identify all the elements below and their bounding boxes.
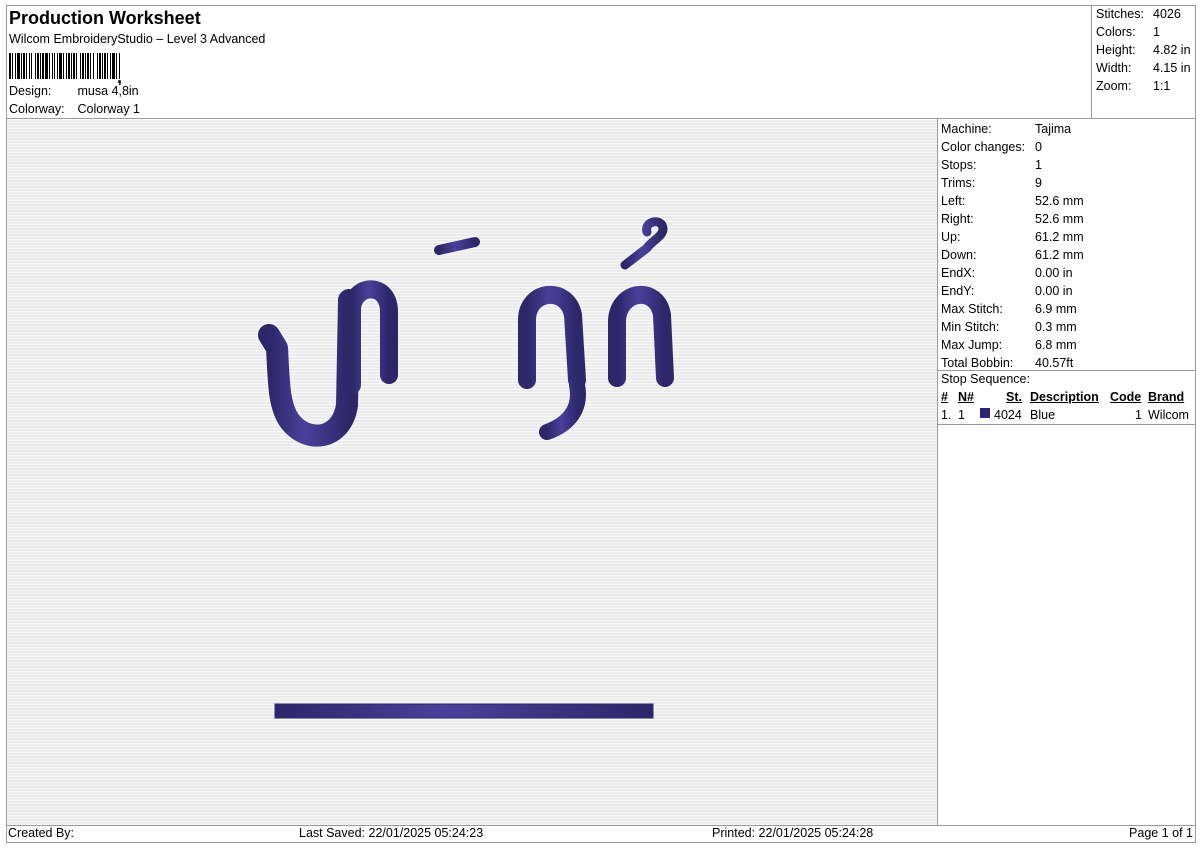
info-row: Left: 52.6 mm xyxy=(941,194,1084,208)
header-divider xyxy=(6,118,1196,119)
stop-row-needle: 1 xyxy=(958,408,965,422)
info-value: 0.00 in xyxy=(1035,284,1073,298)
embroidered-underline xyxy=(274,703,654,719)
colorway-row: Colorway: Colorway 1 xyxy=(9,102,140,116)
info-value: 61.2 mm xyxy=(1035,248,1084,262)
created-by: Created By: xyxy=(8,826,75,840)
info-value: 61.2 mm xyxy=(1035,230,1084,244)
info-value: 1 xyxy=(1035,158,1042,172)
col-needle: N# xyxy=(958,390,974,404)
info-label: Left: xyxy=(941,194,966,208)
last-saved: Last Saved: 22/01/2025 05:24:23 xyxy=(299,826,484,840)
info-label: Up: xyxy=(941,230,961,244)
info-value: 6.8 mm xyxy=(1035,338,1077,352)
stop-sequence-label: Stop Sequence: xyxy=(941,372,1030,386)
height-value: 4.82 in xyxy=(1153,43,1191,57)
info-label: Color changes: xyxy=(941,140,1026,154)
info-row: Trims: 9 xyxy=(941,176,1042,190)
info-row: Total Bobbin: 40.57ft xyxy=(941,356,1073,370)
info-label: Machine: xyxy=(941,122,992,136)
info-row: Machine: Tajima xyxy=(941,122,1071,136)
width-value: 4.15 in xyxy=(1153,61,1191,75)
info-label: EndX: xyxy=(941,266,976,280)
printed-date: Printed: 22/01/2025 05:24:28 xyxy=(712,826,874,840)
info-row: Right: 52.6 mm xyxy=(941,212,1084,226)
col-brand: Brand xyxy=(1148,390,1185,404)
height-label: Height: xyxy=(1096,43,1136,57)
stop-row-brand: Wilcom xyxy=(1148,408,1189,422)
stop-row-num: 1. xyxy=(941,408,952,422)
stop-row-description: Blue xyxy=(1030,408,1056,422)
colors-label: Colors: xyxy=(1096,25,1136,39)
info-value: 9 xyxy=(1035,176,1042,190)
colorway-value: Colorway 1 xyxy=(77,102,141,116)
thread-color-swatch xyxy=(980,408,990,418)
embroidered-arabic-text xyxy=(258,217,697,447)
software-subtitle: Wilcom EmbroideryStudio – Level 3 Advanc… xyxy=(9,32,266,46)
info-row: EndX: 0.00 in xyxy=(941,266,1073,280)
info-value: 0.3 mm xyxy=(1035,320,1077,334)
info-label: Stops: xyxy=(941,158,977,172)
info-row: Min Stitch: 0.3 mm xyxy=(941,320,1077,334)
colorway-label: Colorway: xyxy=(9,102,65,116)
col-num: # xyxy=(941,390,948,404)
info-value: 0.00 in xyxy=(1035,266,1073,280)
info-value: 40.57ft xyxy=(1035,356,1074,370)
info-row: Max Jump: 6.8 mm xyxy=(941,338,1077,352)
barcode: , xyxy=(9,53,122,85)
design-preview xyxy=(7,120,937,825)
design-label: Design: xyxy=(9,84,52,98)
info-label: Down: xyxy=(941,248,977,262)
stop-row-stitches: 4024 xyxy=(994,408,1022,422)
width-label: Width: xyxy=(1096,61,1132,75)
design-value: musa 4,8in xyxy=(77,84,139,98)
embroidery-design xyxy=(258,217,697,719)
design-row: Design: musa 4,8in xyxy=(9,84,139,98)
zoom-label: Zoom: xyxy=(1096,79,1132,93)
zoom-value: 1:1 xyxy=(1153,79,1171,93)
colors-value: 1 xyxy=(1153,25,1160,39)
info-label: EndY: xyxy=(941,284,975,298)
stop-sequence-divider-top xyxy=(938,370,1196,371)
info-row: Down: 61.2 mm xyxy=(941,248,1084,262)
worksheet-header: Production Worksheet Wilcom EmbroiderySt… xyxy=(6,5,1093,119)
svg-text:,: , xyxy=(117,67,122,85)
worksheet-footer: Created By: Last Saved: 22/01/2025 05:24… xyxy=(6,825,1196,843)
info-label: Trims: xyxy=(941,176,976,190)
col-stitches: St. xyxy=(1006,390,1022,404)
info-row: Max Stitch: 6.9 mm xyxy=(941,302,1077,316)
info-row: Stops: 1 xyxy=(941,158,1042,172)
info-value: 0 xyxy=(1035,140,1042,154)
stitches-value: 4026 xyxy=(1153,7,1181,21)
info-label: Right: xyxy=(941,212,974,226)
stitches-label: Stitches: xyxy=(1096,7,1144,21)
col-description: Description xyxy=(1030,390,1099,404)
stop-sequence-divider-bottom xyxy=(938,424,1196,425)
page-number: Page 1 of 1 xyxy=(1129,826,1193,840)
design-summary: Stitches: 4026 Colors: 1 Height: 4.82 in Wi… xyxy=(1091,5,1196,119)
info-value: Tajima xyxy=(1035,122,1072,136)
stop-row-code: 1 xyxy=(1135,408,1142,422)
info-value: 52.6 mm xyxy=(1035,194,1084,208)
info-value: 6.9 mm xyxy=(1035,302,1077,316)
info-label: Total Bobbin: xyxy=(941,356,1014,370)
info-row: Color changes: 0 xyxy=(941,140,1042,154)
info-row: EndY: 0.00 in xyxy=(941,284,1073,298)
page-title: Production Worksheet xyxy=(9,8,201,28)
info-row: Up: 61.2 mm xyxy=(941,230,1084,244)
col-code: Code xyxy=(1110,390,1142,404)
info-label: Min Stitch: xyxy=(941,320,1000,334)
info-label: Max Jump: xyxy=(941,338,1003,352)
info-label: Max Stitch: xyxy=(941,302,1003,316)
info-value: 52.6 mm xyxy=(1035,212,1084,226)
machine-info-panel: Machine: Tajima Color changes: 0 Stops: 1 Trim… xyxy=(938,120,1196,825)
